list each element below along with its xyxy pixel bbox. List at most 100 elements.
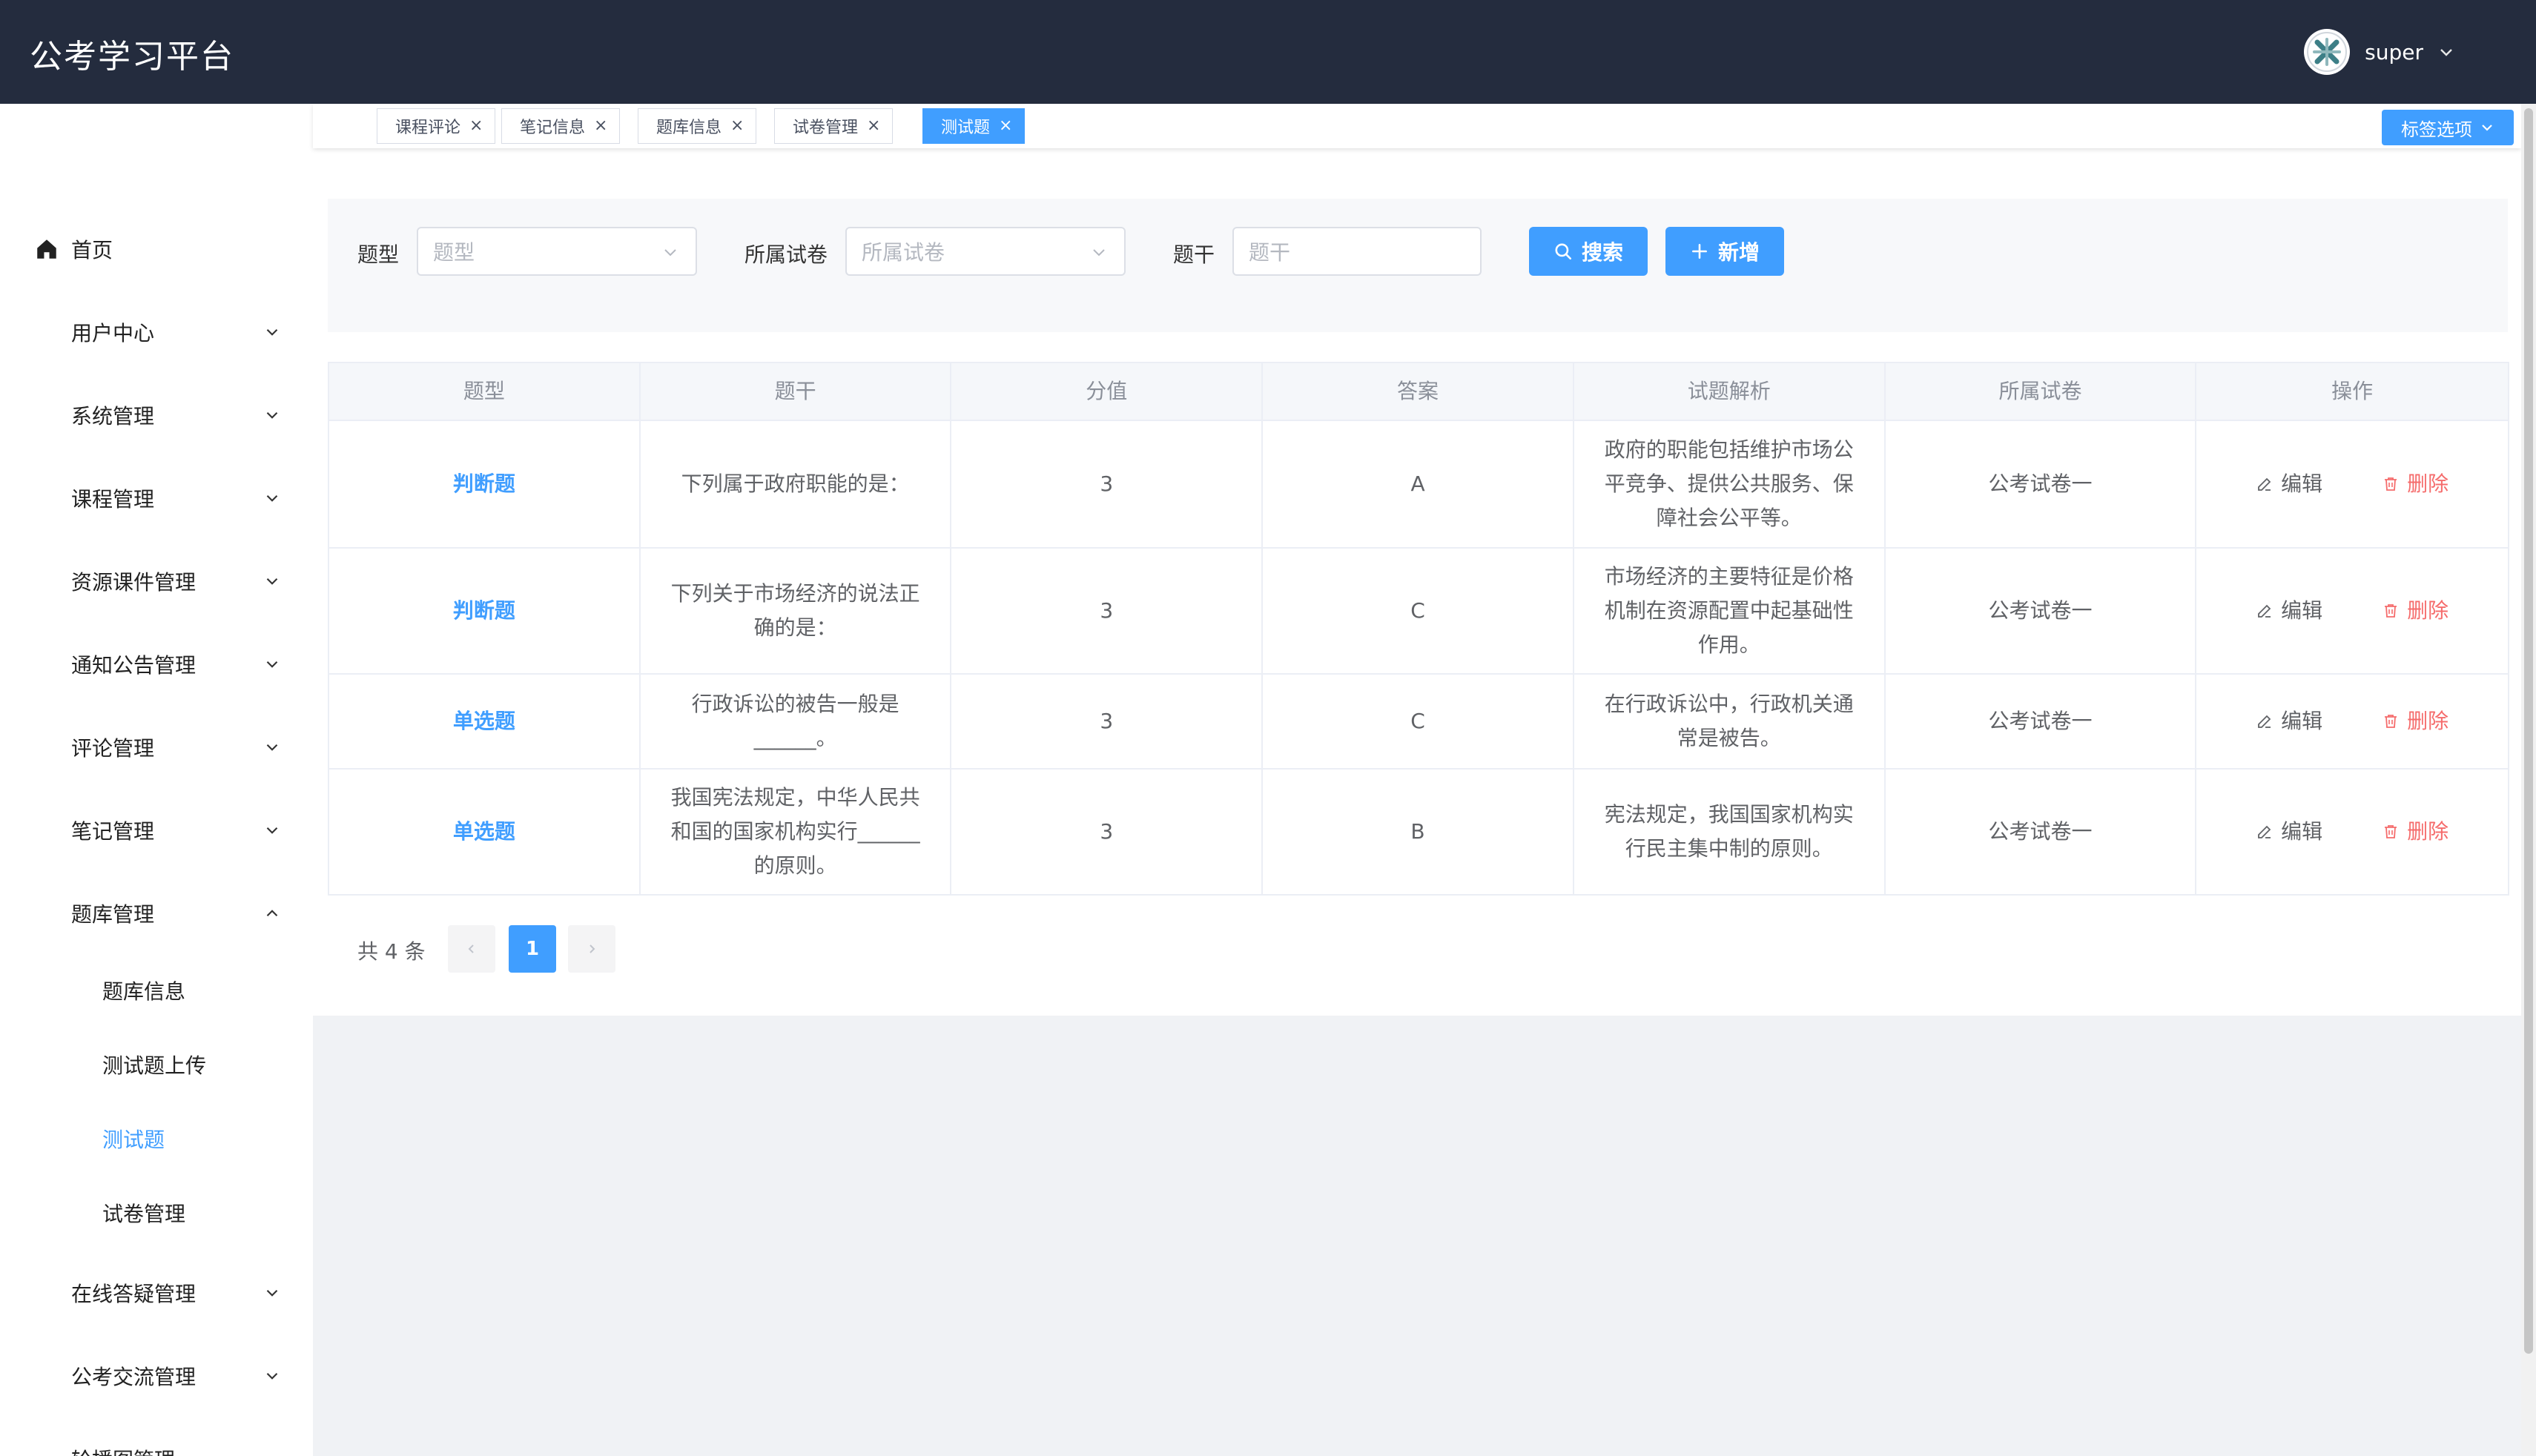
avatar[interactable] [2304,29,2351,75]
chevron-down-icon [266,411,278,419]
sidebar-item[interactable]: 公考交流管理 [0,1346,313,1406]
sidebar-item-label: 题库管理 [71,902,155,927]
sidebar-item[interactable]: 通知公告管理 [0,635,313,694]
tags-bar: 课程评论 × 笔记信息 × 题库信息 × 试卷管理 × 测试题 × 标签选项 [313,104,2521,148]
tag-options-button[interactable]: 标签选项 [2382,110,2514,145]
sidebar-item-label: 公考交流管理 [71,1365,197,1389]
tag-note-info[interactable]: 笔记信息 × [501,108,621,144]
cell-analysis: 政府的职能包括维护市场公平竞争、提供公共服务、保障社会公平等。 [1574,421,1886,547]
sidebar-item-label: 在线答疑管理 [71,1282,197,1306]
paper-select[interactable]: 所属试卷 [845,227,1126,276]
chevron-down-icon[interactable] [2438,44,2454,60]
search-button[interactable]: 搜索 [1529,227,1648,276]
chevron-down-icon [266,1372,278,1380]
delete-button[interactable]: 删除 [2382,815,2449,849]
sidebar-item[interactable]: 在线答疑管理 [0,1263,313,1323]
type-link[interactable]: 判断题 [453,467,515,501]
sidebar-item[interactable]: 资源课件管理 [0,552,313,611]
tag-question-bank[interactable]: 题库信息 × [638,108,757,144]
tag-course-comment[interactable]: 课程评论 × [377,108,496,144]
sidebar-subitem[interactable]: 测试题上传 [0,1035,313,1094]
username[interactable]: super [2365,40,2423,64]
sidebar-subitem-label: 试卷管理 [102,1202,186,1226]
questions-table: 题型 题干 分值 答案 试题解析 所属试卷 操作 判断题 下列属于政府职能的是： 3… [328,362,2509,896]
prev-page-button[interactable] [448,925,495,973]
close-icon[interactable]: × [469,118,483,134]
edit-button[interactable]: 编辑 [2256,815,2322,849]
search-button-label: 搜索 [1581,240,1623,265]
tag-paper-management[interactable]: 试卷管理 × [774,108,894,144]
edit-button[interactable]: 编辑 [2256,704,2322,738]
sidebar-item[interactable]: 题库管理 [0,884,313,943]
sidebar-item-label: 评论管理 [71,736,155,761]
close-icon[interactable]: × [867,118,880,134]
table-row: 单选题 我国宪法规定，中华人民共和国的国家机构实行______的原则。 3 B 宪法规定… [329,770,2508,894]
edit-button[interactable]: 编辑 [2256,594,2322,628]
edit-icon [2258,825,2271,838]
home-icon [37,239,56,259]
type-link[interactable]: 单选题 [453,815,515,849]
cell-stem: 我国宪法规定，中华人民共和国的国家机构实行______的原则。 [641,770,952,894]
header-actions: 操作 [2331,379,2374,403]
type-select[interactable]: 题型 [417,227,697,276]
sidebar-subitem[interactable]: 测试题 [0,1109,313,1168]
delete-button[interactable]: 删除 [2382,467,2449,501]
cell-score: 3 [951,421,1264,547]
table-row: 判断题 下列属于政府职能的是： 3 A 政府的职能包括维护市场公平竞争、提供公共服务、保… [329,421,2508,549]
delete-button[interactable]: 删除 [2382,594,2449,628]
scrollbar-thumb[interactable] [2524,108,2533,1354]
search-icon [1555,243,1572,260]
cell-score: 3 [951,675,1264,768]
chevron-down-icon [266,578,278,585]
sidebar-item-home[interactable]: 首页 [0,219,313,279]
cell-type: 判断题 [329,421,641,547]
sidebar: 首页 用户中心系统管理课程管理资源课件管理 通知公告管理评论管理笔记管理题库管理题… [0,104,313,1456]
sidebar-item[interactable]: 评论管理 [0,718,313,777]
edit-button[interactable]: 编辑 [2256,467,2322,501]
sidebar-item[interactable]: 课程管理 [0,469,313,528]
close-icon[interactable]: × [999,118,1012,134]
cell-paper: 公考试卷一 [1886,549,2197,673]
edit-icon [2258,715,2271,728]
cell-actions: 编辑 删除 [2196,675,2508,768]
close-icon[interactable]: × [594,118,607,134]
filter-type-label: 题型 [357,242,400,267]
sidebar-item[interactable]: 系统管理 [0,385,313,445]
cell-type: 单选题 [329,770,641,894]
edit-label: 编辑 [2281,819,2323,844]
top-header: 公考学习平台 super [0,0,2536,104]
close-icon[interactable]: × [730,118,744,134]
type-link[interactable]: 单选题 [453,704,515,738]
sidebar-subitem[interactable]: 题库信息 [0,961,313,1020]
sidebar-item[interactable]: 笔记管理 [0,801,313,860]
chevron-down-icon [2482,125,2492,131]
trash-icon [2385,477,2397,491]
sidebar-item[interactable]: 轮播图管理 [0,1429,313,1456]
user-menu[interactable]: super [2304,28,2454,76]
tag-test-questions[interactable]: 测试题 × [922,108,1026,144]
cell-analysis: 在行政诉讼中，行政机关通常是被告。 [1574,675,1886,768]
delete-button[interactable]: 删除 [2382,704,2449,738]
sidebar-subitem[interactable]: 试卷管理 [0,1183,313,1242]
header-stem: 题干 [641,363,952,420]
chevron-down-icon [266,494,278,502]
add-button[interactable]: 新增 [1665,227,1784,276]
sidebar-subitem-label: 测试题上传 [102,1053,207,1078]
cell-paper: 公考试卷一 [1886,421,2197,547]
chevron-down-icon [266,661,278,668]
cell-answer: C [1263,549,1574,673]
stem-input[interactable]: 题干 [1232,227,1482,276]
next-page-button[interactable] [568,925,615,973]
delete-label: 删除 [2407,819,2449,844]
sidebar-item[interactable]: 用户中心 [0,302,313,362]
cell-actions: 编辑 删除 [2196,549,2508,673]
chevron-right-icon [590,944,595,953]
type-link[interactable]: 判断题 [453,594,515,628]
tag-label: 题库信息 [656,119,722,137]
cell-stem: 行政诉讼的被告一般是______。 [641,675,952,768]
header-score: 分值 [951,363,1264,420]
cell-analysis: 市场经济的主要特征是价格机制在资源配置中起基础性作用。 [1574,549,1886,673]
page-1-button[interactable]: 1 [509,925,556,973]
pagination-total: 共 4 条 [357,939,426,964]
trash-icon [2385,604,2397,618]
